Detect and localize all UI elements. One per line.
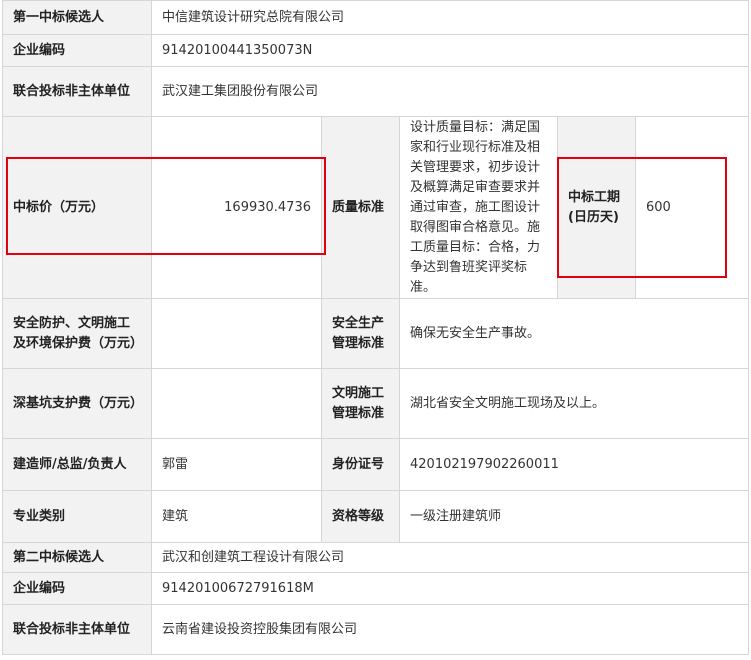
table-row: 联合投标非主体单位 云南省建设投资控股集团有限公司: [2, 604, 750, 655]
safety-standard-value: 确保无安全生产事故。: [398, 298, 750, 369]
table-row: 专业类别 建筑 资格等级 一级注册建筑师: [2, 490, 750, 543]
table-row: 深基坑支护费（万元） 文明施工管理标准 湖北省安全文明施工现场及以上。: [2, 368, 750, 439]
table-row: 企业编码 91420100672791618M: [2, 572, 750, 605]
civilized-construction-label: 文明施工管理标准: [321, 368, 400, 439]
id-number-label: 身份证号: [321, 438, 400, 491]
table-row: 第二中标候选人 武汉和创建筑工程设计有限公司: [2, 542, 750, 573]
project-manager-value: 郭雷: [151, 438, 322, 491]
second-enterprise-code-value: 91420100672791618M: [150, 572, 750, 605]
safety-fee-value: [151, 298, 322, 369]
bid-candidate-table: 第一中标候选人 中信建筑设计研究总院有限公司 企业编码 914201004413…: [2, 0, 750, 655]
quality-standard-value: 设计质量目标：满足国家和行业现行标准及相关管理要求，初步设计及概算满足审查要求并…: [399, 116, 558, 299]
table-row: 建造师/总监/负责人 郭雷 身份证号 420102197902260011: [2, 438, 750, 491]
safety-standard-label: 安全生产管理标准: [321, 298, 400, 369]
first-candidate-label: 第一中标候选人: [2, 0, 152, 35]
table-row: 企业编码 91420100441350073N: [2, 34, 750, 67]
second-enterprise-code-label: 企业编码: [2, 572, 152, 605]
bid-price-value: 169930.4736: [151, 116, 322, 299]
safety-fee-label: 安全防护、文明施工及环境保护费（万元）: [2, 298, 152, 369]
second-joint-bid-partner-label: 联合投标非主体单位: [2, 604, 152, 655]
second-joint-bid-partner-value: 云南省建设投资控股集团有限公司: [150, 604, 750, 655]
table-row: 联合投标非主体单位 武汉建工集团股份有限公司: [2, 66, 750, 117]
pit-support-fee-label: 深基坑支护费（万元）: [2, 368, 152, 439]
pit-support-fee-value: [151, 368, 322, 439]
major-category-value: 建筑: [151, 490, 322, 543]
table-row: 中标价（万元） 169930.4736 质量标准 设计质量目标：满足国家和行业现…: [2, 116, 750, 299]
first-candidate-name: 中信建筑设计研究总院有限公司: [150, 0, 750, 35]
enterprise-code-label: 企业编码: [2, 34, 152, 67]
civilized-construction-value: 湖北省安全文明施工现场及以上。: [398, 368, 750, 439]
project-manager-label: 建造师/总监/负责人: [2, 438, 152, 491]
major-category-label: 专业类别: [2, 490, 152, 543]
quality-standard-label: 质量标准: [321, 116, 400, 299]
bid-period-label: 中标工期(日历天): [557, 116, 636, 299]
bid-price-label: 中标价（万元）: [2, 116, 152, 299]
table-row: 安全防护、文明施工及环境保护费（万元） 安全生产管理标准 确保无安全生产事故。: [2, 298, 750, 369]
table-row: 第一中标候选人 中信建筑设计研究总院有限公司: [2, 0, 750, 35]
enterprise-code-value: 91420100441350073N: [150, 34, 750, 67]
bid-period-value: 600: [634, 116, 750, 299]
joint-bid-partner-label: 联合投标非主体单位: [2, 66, 152, 117]
joint-bid-partner-value: 武汉建工集团股份有限公司: [150, 66, 750, 117]
qualification-level-value: 一级注册建筑师: [398, 490, 750, 543]
id-number-value: 420102197902260011: [398, 438, 750, 491]
second-candidate-label: 第二中标候选人: [2, 542, 152, 573]
qualification-level-label: 资格等级: [321, 490, 400, 543]
second-candidate-name: 武汉和创建筑工程设计有限公司: [150, 542, 750, 573]
